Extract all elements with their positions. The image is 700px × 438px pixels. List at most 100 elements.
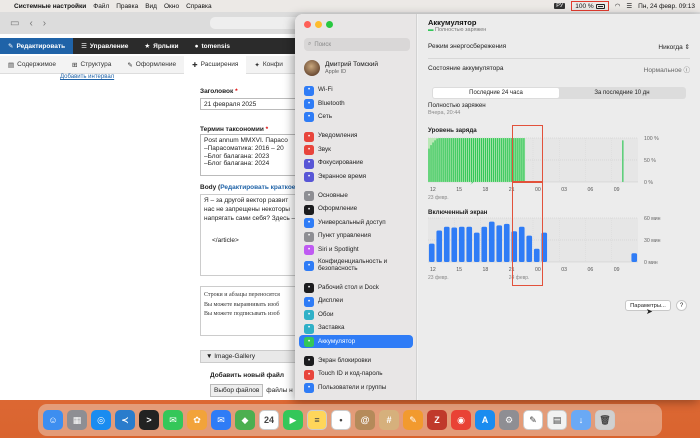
taxonomy-option[interactable]: –Парасоматика: 2016 – 20 xyxy=(204,145,296,153)
toolbar-shortcuts[interactable]: ★ Ярлыки xyxy=(136,38,186,54)
battery-status[interactable]: 100 % xyxy=(571,1,609,11)
chart-bar xyxy=(481,226,488,262)
chart-bar xyxy=(491,138,493,182)
health-value-group[interactable]: Нормальное ⓘ xyxy=(644,64,690,74)
menu-window[interactable]: Окно xyxy=(164,3,179,10)
tab-10d[interactable]: За последние 10 дн xyxy=(559,88,685,98)
taxonomy-option[interactable]: –Блог балагана: 2024 xyxy=(204,160,296,168)
menu-content-label: Содержимое xyxy=(17,61,57,68)
toolbar-user[interactable]: ● tomensis xyxy=(187,38,238,54)
menu-extensions[interactable]: ✚ Расширения xyxy=(184,55,247,74)
help-button[interactable]: ? xyxy=(676,300,687,311)
energy-mode-select[interactable]: Никогда ⇕ xyxy=(658,43,690,51)
sidebar-item-appearance[interactable]: • Оформление xyxy=(299,203,413,216)
mail-icon[interactable]: ✉ xyxy=(211,410,231,430)
body-editor[interactable]: Я – за другой вектор развит нас не запре… xyxy=(200,194,300,276)
sidebar-item-siri[interactable]: • Siri и Spotlight xyxy=(299,243,413,256)
menu-structure[interactable]: ⊞ Структура xyxy=(64,61,119,69)
chart-bar xyxy=(503,223,510,262)
textedit-icon[interactable]: ✎ xyxy=(523,410,543,430)
sidebar-item-sound[interactable]: • Звук xyxy=(299,144,413,157)
sidebar-item-battery[interactable]: • Аккумулятор xyxy=(299,335,413,349)
taxonomy-option[interactable]: Post annum MMXVI. Парасо xyxy=(204,137,296,145)
sidebar-item-screensaver[interactable]: • Заставка xyxy=(299,322,413,335)
messages-icon[interactable]: ✉ xyxy=(163,410,183,430)
menu-edit[interactable]: Правка xyxy=(116,3,138,10)
settings-search-input[interactable]: ⌕ Поиск xyxy=(304,38,410,51)
calendar-icon[interactable]: 24 xyxy=(259,410,279,430)
apple-id-item[interactable]: Дмитрий Томский Apple ID xyxy=(304,58,410,78)
x-tick-label: 12 xyxy=(430,267,436,273)
sidebar-toggle-icon[interactable]: ▭ xyxy=(10,18,19,29)
image-gallery-section[interactable]: ▼ Image-Gallery xyxy=(200,350,300,363)
contacts-icon[interactable]: @ xyxy=(355,410,375,430)
add-interval-link[interactable]: Добавить интервал xyxy=(60,74,114,80)
menu-file[interactable]: Файл xyxy=(93,3,109,10)
filezilla-icon[interactable]: Z xyxy=(427,410,447,430)
chart-bar xyxy=(456,138,458,182)
toolbar-manage[interactable]: ☰ Управление xyxy=(73,38,136,54)
edit-summary-link[interactable]: Редактировать краткое xyxy=(220,184,295,191)
app-store-icon[interactable]: A xyxy=(475,410,495,430)
taxonomy-select[interactable]: Post annum MMXVI. Парасо –Парасоматика: … xyxy=(200,134,300,176)
sidebar-item-wifi[interactable]: • Wi-Fi xyxy=(299,84,413,97)
menu-view[interactable]: Вид xyxy=(145,3,157,10)
menu-clock[interactable]: Пн, 24 февр. 09:13 xyxy=(638,3,695,10)
menu-app-name[interactable]: Системные настройки xyxy=(14,3,86,10)
user-name: Дмитрий Томский xyxy=(325,61,379,69)
sidebar-item-displays[interactable]: • Дисплеи xyxy=(299,295,413,308)
tab-24h[interactable]: Последние 24 часа xyxy=(433,88,559,98)
numbers-icon[interactable]: # xyxy=(379,410,399,430)
sidebar-item-privacy[interactable]: • Конфиденциальность и безопасность xyxy=(299,257,413,275)
forward-icon[interactable]: › xyxy=(43,18,46,29)
sidebar-item-focus[interactable]: • Фокусирование xyxy=(299,157,413,170)
menu-config[interactable]: ✦ Конфи xyxy=(246,61,290,69)
input-language[interactable]: РУ xyxy=(554,3,566,9)
sidebar-item-users[interactable]: • Пользователи и группы xyxy=(299,382,413,395)
chrome-icon[interactable]: ◉ xyxy=(451,410,471,430)
sidebar-item-desktop-dock[interactable]: • Рабочий стол и Dock xyxy=(299,282,413,295)
minimize-icon[interactable] xyxy=(315,21,322,28)
body-label-text: Body xyxy=(200,184,217,191)
trash-icon[interactable]: 🗑 xyxy=(595,410,615,430)
title-input[interactable]: 21 февраля 2025 xyxy=(200,98,300,110)
sidebar-item-general[interactable]: • Основные xyxy=(299,190,413,203)
safari-icon[interactable]: ◎ xyxy=(91,410,111,430)
sidebar-item-wallpaper[interactable]: • Обои xyxy=(299,309,413,322)
sidebar-item-control-center[interactable]: • Пункт управления xyxy=(299,230,413,243)
sidebar-item-lock-screen[interactable]: • Экран блокировки xyxy=(299,355,413,368)
finder-icon[interactable]: ☺ xyxy=(43,410,63,430)
toolbar-edit[interactable]: ✎ Редактировать xyxy=(0,38,74,54)
choose-files-button[interactable]: Выбор файлов xyxy=(210,384,264,397)
notes-icon[interactable]: ≡ xyxy=(307,410,327,430)
sidebar-item-network[interactable]: • Сеть xyxy=(299,111,413,124)
facetime-icon[interactable]: ▶ xyxy=(283,410,303,430)
reminders-icon[interactable]: • xyxy=(331,410,351,430)
pages-icon[interactable]: ✎ xyxy=(403,410,423,430)
add-file-label: Добавить новый файл xyxy=(210,372,284,379)
terminal-icon[interactable]: > xyxy=(139,410,159,430)
sidebar-item-screen-time[interactable]: • Экранное время xyxy=(299,170,413,183)
preview-icon[interactable]: ▤ xyxy=(547,410,567,430)
launchpad-icon[interactable]: ▦ xyxy=(67,410,87,430)
files-hint: файлы н xyxy=(266,387,293,394)
sidebar-item-notifications[interactable]: • Уведомления xyxy=(299,130,413,143)
maps-icon[interactable]: ◆ xyxy=(235,410,255,430)
menu-appearance[interactable]: ✎ Оформление xyxy=(119,61,184,69)
vscode-icon[interactable]: ≺ xyxy=(115,410,135,430)
photos-icon[interactable]: ✿ xyxy=(187,410,207,430)
system-settings-icon[interactable]: ⚙ xyxy=(499,410,519,430)
menu-content[interactable]: ▤ Содержимое xyxy=(0,61,64,69)
address-bar[interactable] xyxy=(210,17,300,29)
zoom-icon[interactable] xyxy=(326,21,333,28)
sidebar-item-touch-id[interactable]: • Touch ID и код-пароль xyxy=(299,368,413,381)
menu-help[interactable]: Справка xyxy=(186,3,212,10)
sidebar-item-accessibility[interactable]: • Универсальный доступ xyxy=(299,217,413,230)
close-icon[interactable] xyxy=(304,21,311,28)
back-icon[interactable]: ‹ xyxy=(29,18,32,29)
downloads-icon[interactable]: ↓ xyxy=(571,410,591,430)
wifi-icon[interactable]: ◠ xyxy=(615,2,621,10)
control-center-icon[interactable]: ☰ xyxy=(626,2,632,10)
sidebar-item-bluetooth[interactable]: • Bluetooth xyxy=(299,97,413,110)
chart-bar xyxy=(444,138,446,182)
